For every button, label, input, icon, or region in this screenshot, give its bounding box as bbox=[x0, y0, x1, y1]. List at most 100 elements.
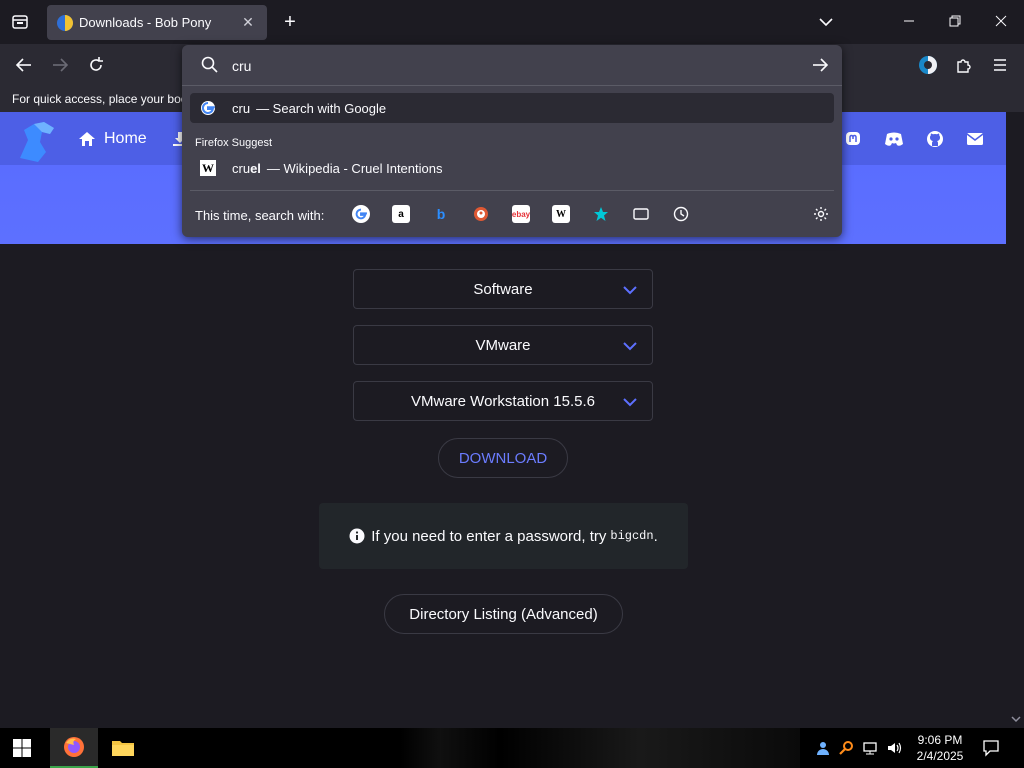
chevron-down-icon bbox=[819, 18, 833, 27]
password-notice: If you need to enter a password, try big… bbox=[319, 503, 688, 569]
firefox-view-button[interactable] bbox=[8, 10, 32, 34]
new-tab-button[interactable]: + bbox=[280, 11, 300, 33]
firefox-view-icon bbox=[12, 15, 28, 29]
wikipedia-suggestion-row[interactable]: W cru el — Wikipedia - Cruel Intentions bbox=[190, 153, 834, 183]
vendor-select-value: VMware bbox=[475, 336, 531, 354]
tab-downloads[interactable]: Downloads - Bob Pony ✕ bbox=[47, 5, 267, 40]
home-icon bbox=[79, 132, 95, 146]
taskbar-clock[interactable]: 9:06 PM 2/4/2025 bbox=[908, 732, 972, 764]
close-icon bbox=[995, 15, 1007, 27]
hamburger-icon bbox=[994, 59, 1006, 71]
taskbar-firefox[interactable] bbox=[50, 728, 98, 768]
chevron-down-icon bbox=[623, 342, 637, 351]
one-off-search-label: This time, search with: bbox=[195, 208, 325, 223]
gear-icon bbox=[814, 207, 828, 221]
google-icon bbox=[200, 100, 216, 116]
firefox-account-icon bbox=[919, 56, 937, 74]
arrow-right-icon bbox=[53, 58, 69, 72]
chevron-down-icon bbox=[623, 286, 637, 295]
taskbar-background bbox=[400, 728, 800, 768]
tray-search-icon[interactable] bbox=[838, 740, 854, 756]
urlbar bbox=[182, 45, 842, 85]
category-select[interactable]: Software bbox=[353, 269, 653, 309]
home-label: Home bbox=[104, 130, 147, 147]
mastodon-icon bbox=[846, 132, 860, 145]
bob-pony-logo-icon bbox=[20, 122, 54, 162]
discord-link[interactable] bbox=[884, 130, 904, 148]
info-icon bbox=[349, 528, 365, 544]
list-all-tabs-button[interactable] bbox=[816, 12, 836, 32]
forward-button[interactable] bbox=[49, 54, 71, 76]
minimize-button[interactable] bbox=[898, 10, 920, 32]
action-center-icon[interactable] bbox=[982, 739, 1000, 757]
home-link[interactable]: Home bbox=[78, 130, 147, 148]
mastodon-link[interactable] bbox=[843, 130, 863, 148]
ebay-icon[interactable]: ebay bbox=[512, 205, 530, 223]
taskbar-file-explorer[interactable] bbox=[99, 728, 147, 768]
close-window-button[interactable] bbox=[990, 10, 1012, 32]
download-button[interactable]: DOWNLOAD bbox=[438, 438, 568, 478]
vendor-select[interactable]: VMware bbox=[353, 325, 653, 365]
folder-icon bbox=[112, 741, 134, 756]
firefox-suggest-label: Firefox Suggest bbox=[195, 137, 273, 149]
github-link[interactable] bbox=[925, 130, 945, 148]
restore-button[interactable] bbox=[944, 10, 966, 32]
wikipedia-icon: W bbox=[200, 160, 216, 176]
tray-volume-icon[interactable] bbox=[886, 740, 902, 756]
search-suggestion-row[interactable]: cru — Search with Google bbox=[190, 93, 834, 123]
search-icon bbox=[201, 56, 218, 73]
restore-icon bbox=[949, 15, 961, 27]
url-input[interactable] bbox=[232, 55, 792, 77]
discord-icon bbox=[885, 132, 903, 146]
reload-icon bbox=[90, 57, 103, 71]
tray-network-icon[interactable] bbox=[862, 740, 878, 756]
bookmarks-icon[interactable] bbox=[592, 205, 610, 223]
app-menu-button[interactable] bbox=[989, 54, 1011, 76]
urlbar-divider bbox=[182, 85, 842, 86]
tab-bar: Downloads - Bob Pony ✕ + bbox=[0, 0, 1024, 44]
amazon-icon[interactable]: a bbox=[392, 205, 410, 223]
wiki-match-bold: el bbox=[250, 160, 261, 176]
back-button[interactable] bbox=[13, 54, 35, 76]
site-favicon-icon bbox=[57, 14, 73, 31]
github-icon bbox=[927, 131, 943, 147]
search-settings-button[interactable] bbox=[812, 205, 830, 223]
clock-time: 9:06 PM bbox=[917, 733, 963, 747]
minimize-icon bbox=[904, 20, 914, 22]
go-arrow-icon[interactable] bbox=[810, 55, 830, 75]
notice-end: . bbox=[653, 527, 658, 545]
windows-start-icon[interactable] bbox=[12, 738, 32, 758]
notice-text: If you need to enter a password, try bbox=[371, 527, 607, 545]
search-query-text: cru bbox=[232, 100, 251, 116]
scroll-down-arrow-icon[interactable] bbox=[1011, 714, 1021, 724]
wiki-suffix-text: — Wikipedia - Cruel Intentions bbox=[266, 160, 443, 176]
close-tab-icon[interactable]: ✕ bbox=[239, 14, 257, 31]
bing-icon[interactable]: b bbox=[432, 205, 450, 223]
duckduckgo-icon[interactable] bbox=[472, 205, 490, 223]
search-suffix-text: — Search with Google bbox=[256, 100, 387, 116]
notice-code: bigcdn bbox=[610, 529, 654, 543]
urlbar-dropdown: cru — Search with Google Firefox Suggest… bbox=[182, 45, 842, 237]
email-link[interactable] bbox=[965, 130, 985, 148]
arrow-left-icon bbox=[15, 58, 31, 72]
category-select-value: Software bbox=[473, 280, 533, 298]
firefox-icon bbox=[64, 737, 84, 757]
clock-date: 2/4/2025 bbox=[916, 749, 964, 763]
product-select[interactable]: VMware Workstation 15.5.6 bbox=[353, 381, 653, 421]
directory-listing-button[interactable]: Directory Listing (Advanced) bbox=[384, 594, 623, 634]
history-icon[interactable] bbox=[672, 205, 690, 223]
account-button[interactable] bbox=[917, 54, 939, 76]
reload-button[interactable] bbox=[85, 54, 107, 76]
tabs-icon[interactable] bbox=[632, 205, 650, 223]
extensions-button[interactable] bbox=[953, 54, 975, 76]
google-icon[interactable] bbox=[352, 205, 370, 223]
product-select-value: VMware Workstation 15.5.6 bbox=[411, 392, 595, 410]
one-off-divider bbox=[190, 190, 834, 191]
wikipedia-icon[interactable]: W bbox=[552, 205, 570, 223]
wiki-match-plain: cru bbox=[232, 160, 251, 176]
puzzle-icon bbox=[957, 59, 971, 73]
windows-taskbar: 9:06 PM 2/4/2025 bbox=[0, 728, 1024, 768]
tab-title: Downloads - Bob Pony bbox=[79, 15, 212, 30]
chevron-down-icon bbox=[623, 398, 637, 407]
tray-people-icon[interactable] bbox=[815, 740, 831, 756]
